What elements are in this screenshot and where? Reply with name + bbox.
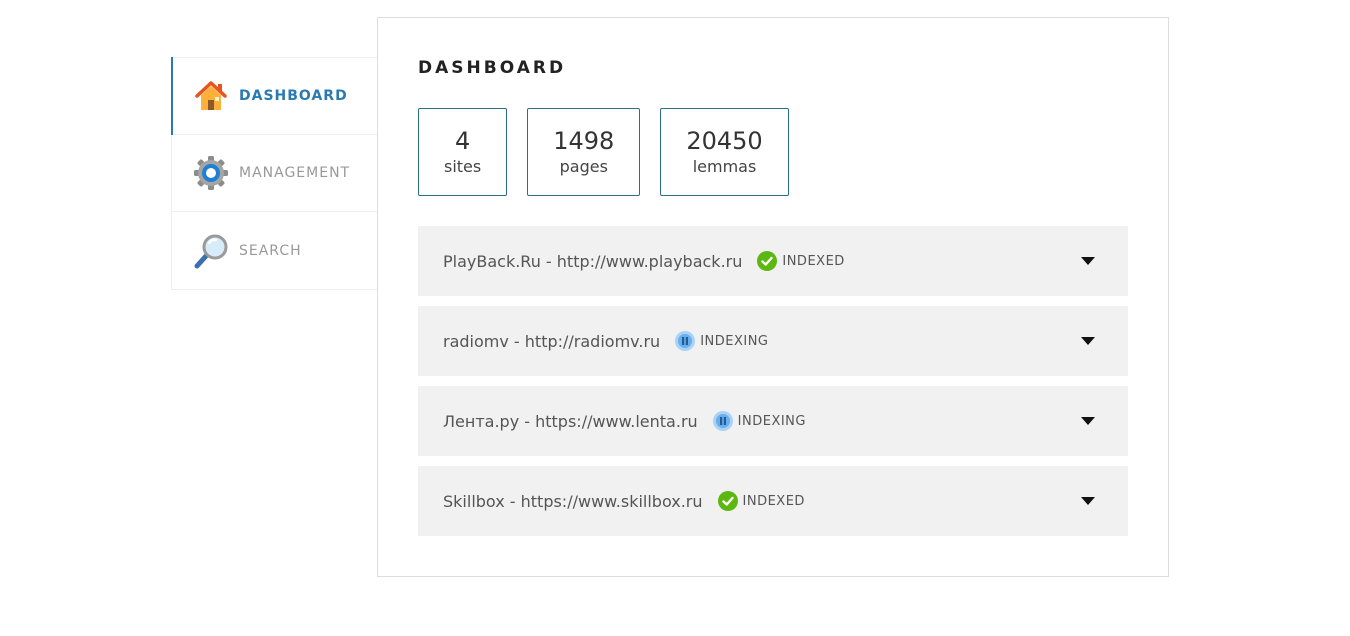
home-icon <box>193 78 229 114</box>
stat-label: sites <box>444 157 482 176</box>
gear-icon <box>193 155 229 191</box>
status-text: INDEXED <box>742 493 805 509</box>
check-icon <box>757 251 778 271</box>
stat-value: 1498 <box>553 127 615 155</box>
chevron-down-icon[interactable] <box>1078 251 1098 271</box>
sidebar-item-dashboard[interactable]: DASHBOARD <box>171 57 377 135</box>
stats-row: 4 sites 1498 pages 20450 lemmas <box>418 108 789 196</box>
status-badge: INDEXING <box>712 411 806 431</box>
sidebar-item-management[interactable]: MANAGEMENT <box>172 135 377 212</box>
stat-value: 20450 <box>686 127 763 155</box>
status-text: INDEXED <box>782 253 845 269</box>
pause-icon <box>675 331 696 351</box>
status-text: INDEXING <box>700 333 769 349</box>
sidebar: DASHBOARD MANAGEMENT SEARCH <box>171 57 377 290</box>
sidebar-item-label: MANAGEMENT <box>239 165 351 181</box>
site-row[interactable]: Skillbox - https://www.skillbox.ru INDEX… <box>418 466 1128 536</box>
site-name: Лента.ру - https://www.lenta.ru <box>443 411 698 431</box>
site-name: PlayBack.Ru - http://www.playback.ru <box>443 251 743 271</box>
stat-value: 4 <box>454 127 471 155</box>
stat-lemmas: 20450 lemmas <box>660 108 789 196</box>
status-badge: INDEXED <box>757 251 844 271</box>
chevron-down-icon[interactable] <box>1078 411 1098 431</box>
site-row[interactable]: Лента.ру - https://www.lenta.ru INDEXING <box>418 386 1128 456</box>
stat-sites: 4 sites <box>418 108 508 196</box>
status-badge: INDEXED <box>717 491 805 511</box>
chevron-down-icon[interactable] <box>1078 491 1098 511</box>
site-name: Skillbox - https://www.skillbox.ru <box>443 491 703 511</box>
stat-pages: 1498 pages <box>527 108 641 196</box>
stat-label: lemmas <box>692 157 757 176</box>
sidebar-item-label: DASHBOARD <box>239 88 348 104</box>
chevron-down-icon[interactable] <box>1078 331 1098 351</box>
status-badge: INDEXING <box>675 331 768 351</box>
site-list: PlayBack.Ru - http://www.playback.ru IND… <box>418 226 1128 546</box>
site-row[interactable]: radiomv - http://radiomv.ru INDEXING <box>418 306 1128 376</box>
pause-icon <box>712 411 733 431</box>
stat-label: pages <box>559 157 608 176</box>
page-title: DASHBOARD <box>418 58 567 78</box>
dashboard-panel: DASHBOARD 4 sites 1498 pages 20450 lemma… <box>377 17 1169 577</box>
site-row[interactable]: PlayBack.Ru - http://www.playback.ru IND… <box>418 226 1128 296</box>
site-name: radiomv - http://radiomv.ru <box>443 331 661 351</box>
magnifier-icon <box>193 233 229 269</box>
check-icon <box>717 491 738 511</box>
sidebar-item-label: SEARCH <box>239 242 302 259</box>
status-text: INDEXING <box>737 413 806 429</box>
sidebar-item-search[interactable]: SEARCH <box>172 212 377 289</box>
